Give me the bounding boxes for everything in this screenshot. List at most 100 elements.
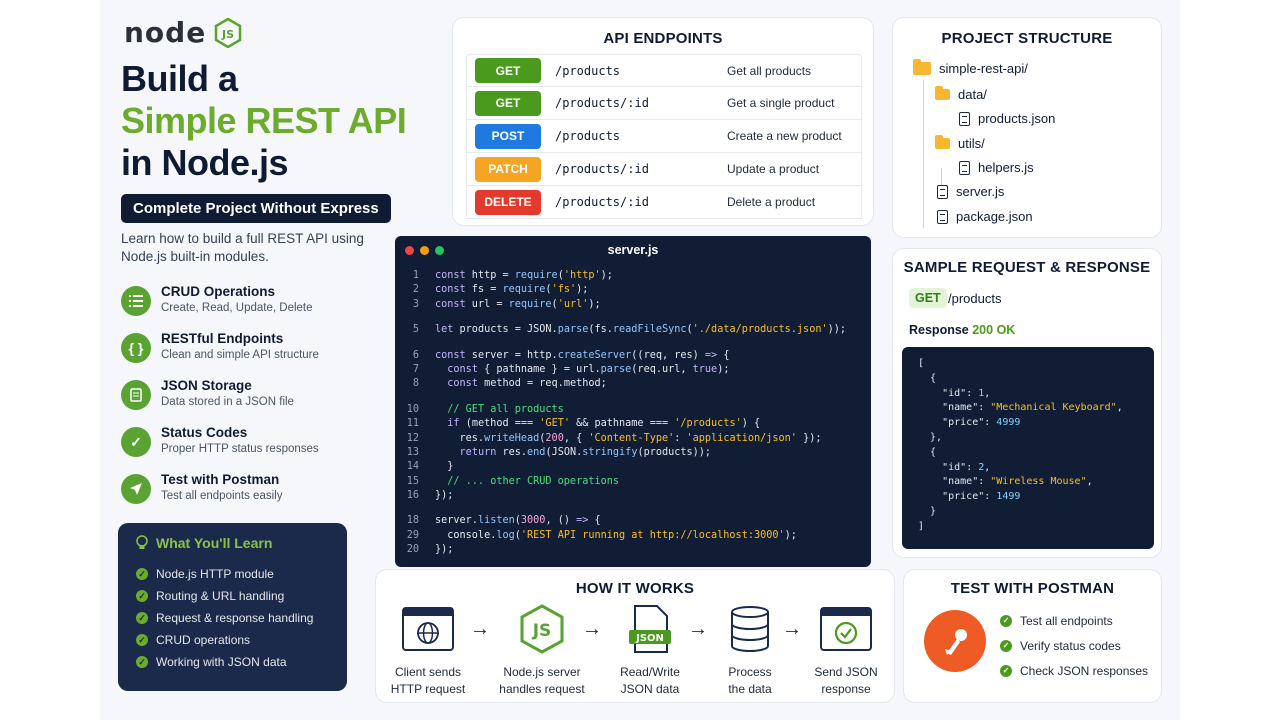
step-label: Process the data [728, 665, 772, 696]
feature-list: CRUD Operations Create, Read, Update, Del… [121, 284, 319, 519]
check-icon: ✓ [1000, 614, 1012, 627]
intro-text: Learn how to build a full REST API using… [121, 231, 364, 264]
code-line: 6 const server = http.createServer((req, … [412, 349, 730, 361]
subtitle-badge: Complete Project Without Express [121, 194, 391, 223]
step-label: Read/Write JSON data [620, 665, 680, 696]
file-icon [937, 184, 948, 199]
endpoint-desc: Update a product [727, 162, 820, 176]
check-icon: ✓ [136, 656, 148, 668]
code-line: 15 // ... other CRUD operations [406, 475, 620, 487]
hero-line-1: Build a [121, 58, 238, 99]
check-item: ✓ Test all endpoints [1000, 608, 1148, 633]
flow-step: Client sends HTTP request [376, 604, 480, 698]
folder-icon [935, 86, 950, 100]
response-status: Response 200 OK [909, 323, 1016, 337]
api-endpoints-card: API ENDPOINTS GET /products Get all prod… [452, 17, 874, 226]
folder-icon [935, 135, 950, 149]
feature-desc: Data stored in a JSON file [161, 396, 294, 408]
feature-title: Status Codes [161, 425, 248, 440]
tree-item: helpers.js [959, 160, 1034, 175]
arrow-right-icon: → [470, 618, 490, 640]
learn-item: ✓ Working with JSON data [136, 651, 329, 673]
learn-title: What You'll Learn [156, 535, 273, 551]
tree-item: server.js [937, 184, 1004, 199]
tree-item: data/ [935, 86, 987, 102]
code-line: 13 return res.end(JSON.stringify(product… [406, 446, 712, 458]
endpoint-desc: Create a new product [727, 129, 842, 143]
feature-title: JSON Storage [161, 378, 252, 393]
tree-item: products.json [959, 111, 1055, 126]
code-editor: server.js 1 const http = require('http');… [395, 236, 871, 567]
folder-icon [913, 59, 931, 75]
code-body: 1 const http = require('http'); 2 const fs… [395, 264, 871, 558]
card-title: TEST WITH POSTMAN [950, 580, 1115, 597]
code-line: 2 const fs = require('fs'); [412, 284, 589, 296]
code-line: 5 let products = JSON.parse(fs.readFileSy… [412, 324, 846, 336]
json-response: [ { "id": 1, "name": "Mechanical Keyboar… [902, 347, 1154, 549]
step-label: Node.js server handles request [499, 665, 585, 696]
method-badge: GET [475, 58, 541, 83]
check-icon: ✓ [136, 634, 148, 646]
check-icon: ✓ [1000, 664, 1012, 677]
flow-step: JS Node.js server handles request [490, 604, 594, 698]
endpoint-desc: Delete a product [727, 195, 816, 209]
svg-text:JS: JS [221, 28, 234, 41]
send-icon [121, 474, 151, 504]
code-line: 20}); [406, 544, 454, 556]
endpoint-desc: Get a single product [727, 96, 835, 110]
code-line: 12 res.writeHead(200, { 'Content-Type': … [406, 432, 822, 444]
code-line: 10 // GET all products [406, 403, 564, 415]
code-line: 18 server.listen(3000, () => { [406, 515, 601, 527]
learn-item: ✓ Routing & URL handling [136, 585, 329, 607]
flow-step: Send JSON response [794, 604, 898, 698]
nodejs-hexagon-icon: JS [520, 604, 564, 654]
hero-line-2: Simple REST API [121, 100, 407, 141]
feature-desc: Proper HTTP status responses [161, 443, 319, 455]
card-title: API ENDPOINTS [603, 30, 723, 47]
feature-item: CRUD Operations Create, Read, Update, Del… [121, 284, 319, 331]
method-badge: PATCH [475, 156, 541, 182]
tree-item: package.json [937, 209, 1033, 224]
endpoint-desc: Get all products [727, 63, 812, 78]
tree-item-label: server.js [956, 184, 1005, 199]
learn-item: ✓ CRUD operations [136, 629, 329, 651]
card-title: SAMPLE REQUEST & RESPONSE [903, 259, 1151, 276]
code-line: 29 console.log('REST API running at http… [406, 529, 797, 541]
check-icon: ✓ [136, 568, 148, 580]
hero-line-3: in Node.js [121, 142, 289, 183]
postman-card: TEST WITH POSTMAN ✓ Test all endpoints ✓ V… [903, 569, 1162, 703]
method-badge: POST [475, 123, 541, 149]
postman-logo-icon [924, 610, 986, 672]
project-structure-card: PROJECT STRUCTURE simple-rest-api/ data/… [892, 17, 1162, 238]
editor-titlebar: server.js [395, 236, 871, 264]
learn-item-label: Routing & URL handling [156, 589, 285, 603]
feature-desc: Test all endpoints easily [161, 490, 283, 502]
file-icon [959, 160, 970, 175]
feature-desc: Create, Read, Update, Delete [161, 302, 313, 314]
feature-title: CRUD Operations [161, 284, 276, 299]
method-badge: GET [909, 288, 947, 308]
database-icon [731, 606, 769, 653]
learn-item: ✓ Request & response handling [136, 607, 329, 629]
learn-item-label: Working with JSON data [156, 655, 287, 669]
tree-item-label: simple-rest-api/ [939, 61, 1028, 76]
card-title: HOW IT WORKS [575, 580, 695, 597]
browser-globe-icon [402, 607, 454, 651]
tree-item: utils/ [935, 135, 985, 151]
endpoint-path: /products/:id [555, 195, 649, 209]
tree-item: simple-rest-api/ [913, 59, 1028, 76]
flow-step: JSON Read/Write JSON data [598, 604, 702, 698]
feature-item: Test with Postman Test all endpoints easi… [121, 472, 319, 519]
feature-item: { } RESTful Endpoints Clean and simple AP… [121, 331, 319, 378]
endpoint-path: /products/:id [555, 96, 649, 110]
endpoint-path: /products [555, 63, 621, 78]
file-tree: simple-rest-api/ data/ products.json uti… [893, 18, 1161, 237]
list-icon [121, 286, 151, 316]
learn-heading: What You'll Learn [136, 535, 329, 551]
check-item: ✓ Verify status codes [1000, 633, 1148, 658]
svg-text:JS: JS [532, 621, 552, 641]
endpoint-path: /products [555, 129, 621, 143]
check-icon: ✓ [121, 427, 151, 457]
code-line: 7 const { pathname } = url.parse(req.url… [412, 363, 730, 375]
svg-text:JSON: JSON [635, 633, 664, 644]
